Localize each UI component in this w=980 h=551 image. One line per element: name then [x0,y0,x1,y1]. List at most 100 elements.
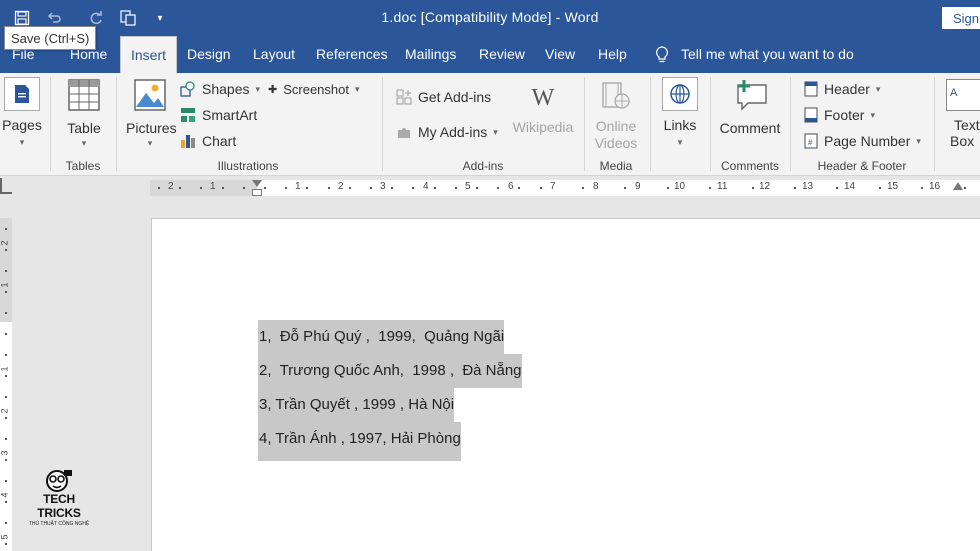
ruler-tick [497,187,500,189]
ruler-label: 10 [674,181,686,192]
tab-help[interactable]: Help [598,36,627,73]
bar-chart-icon [181,135,195,148]
shapes-button[interactable]: Shapes ▾ [180,78,260,100]
ruler-label: 11 [717,181,728,192]
footer-button[interactable]: Footer ▾ [804,104,875,126]
pages-button[interactable]: Pages ▾ [2,77,42,148]
indent-marker[interactable] [252,180,262,187]
ruler-left-margin [150,180,257,196]
tab-insert[interactable]: Insert [120,36,178,73]
group-label-comments: Comments [720,159,779,173]
tab-view[interactable]: View [545,36,575,73]
ruler-area: 2 1 1 2 3 4 5 6 7 8 9 10 11 12 13 14 15 … [0,176,980,198]
right-indent-marker[interactable] [953,182,963,190]
ruler-label: 4 [423,181,429,192]
hanging-indent-marker[interactable] [252,189,262,196]
online-videos-button[interactable]: Online Videos [592,81,640,151]
horizontal-ruler[interactable]: 2 1 1 2 3 4 5 6 7 8 9 10 11 12 13 14 15 … [150,180,980,196]
text-box-icon: A [946,79,980,111]
tab-selector[interactable] [0,178,12,194]
title-bar: ▾ 1.doc [Compatibility Mode] - Word Sign [0,0,980,36]
text-box-label-1: Text [954,117,980,133]
get-addins-label: Get Add-ins [418,89,492,105]
my-addins-button[interactable]: My Add-ins ▾ [396,121,498,143]
ruler-tick [751,187,754,189]
screenshot-button[interactable]: ✚ Screenshot ▾ [268,78,360,100]
chart-button[interactable]: Chart [180,130,236,152]
ruler-tick [433,187,436,189]
tab-design[interactable]: Design [187,36,231,73]
ruler-tick [158,187,160,189]
logo-subtitle: THỦ THUẬT CÔNG NGHỆ [28,521,90,527]
ruler-tick [348,187,351,189]
get-addins-button[interactable]: Get Add-ins [396,86,491,108]
new-comment-button[interactable]: Comment [718,79,782,136]
ruler-tick [666,187,669,189]
document-line[interactable]: 1, Đỗ Phú Quý , 1999, Quảng Ngãi [258,320,505,354]
pictures-label: Pictures [126,120,177,136]
ruler-tick [963,187,966,189]
ruler-tick [539,187,542,189]
group-label-tables: Tables [65,159,101,173]
tab-review[interactable]: Review [479,36,525,73]
links-button[interactable]: Links ▾ [658,77,702,148]
vruler-label: 2 [0,240,10,246]
wikipedia-icon: W [531,85,555,111]
page-number-label: Page Number [824,133,911,149]
tab-references[interactable]: References [316,36,388,73]
table-button[interactable]: Table ▾ [64,79,104,149]
ruler-tick [285,187,288,189]
ruler-tick [200,187,203,189]
smartart-button[interactable]: SmartArt [180,104,257,126]
videos-label: Videos [594,135,638,151]
ruler-label: 15 [887,181,899,192]
document-line[interactable]: 2, Trương Quốc Anh, 1998 , Đà Nẵng [258,354,522,388]
ruler-label: 1 [295,181,301,192]
wikipedia-label: Wikipedia [512,119,574,135]
ruler-tick [412,187,415,189]
ruler-tick [306,187,309,189]
pictures-button[interactable]: Pictures ▾ [126,79,177,149]
document-line[interactable]: 4, Trần Ánh , 1997, Hải Phòng [258,422,461,461]
text-box-button[interactable]: A Text Box [946,79,980,149]
vruler-tick [5,249,7,251]
ruler-tick [242,187,245,189]
footer-icon [804,107,818,123]
mascot-icon [46,470,72,492]
tab-layout[interactable]: Layout [253,36,295,73]
wikipedia-button[interactable]: W Wikipedia [510,85,576,135]
ruler-tick [582,187,584,189]
tech-tricks-logo: TECH TRICKS THỦ THUẬT CÔNG NGHỆ [24,466,94,527]
header-button[interactable]: Header ▾ [804,78,880,100]
page-number-button[interactable]: # Page Number ▾ [804,130,921,152]
ruler-tick [370,187,372,189]
table-label: Table [67,120,101,136]
ruler-tick [836,187,839,189]
tab-mailings[interactable]: Mailings [405,36,456,73]
ruler-label: 8 [593,181,599,192]
vertical-ruler[interactable]: 2 1 1 2 3 4 5 [0,218,12,551]
vruler-tick [5,522,7,524]
online-video-icon [592,81,640,114]
vruler-tick [5,312,7,314]
header-icon [804,81,818,97]
vruler-tick [5,228,7,230]
document-page[interactable]: 1, Đỗ Phú Quý , 1999, Quảng Ngãi 2, Trươ… [151,218,980,551]
shapes-label: Shapes [202,81,250,97]
group-label-header-footer: Header & Footer [817,159,907,173]
smartart-icon [181,108,195,122]
document-line[interactable]: 3, Trần Quyết , 1999 , Hà Nội [258,388,455,422]
vruler-tick [5,480,7,482]
ruler-label: 14 [844,181,856,192]
page-icon [4,77,40,111]
ruler-tick [327,187,330,189]
ruler-tick [878,187,881,189]
link-globe-icon [662,77,698,111]
vruler-label: 4 [0,492,10,498]
ruler-tick [709,187,712,189]
ruler-label: 16 [929,181,941,192]
ruler-label: 3 [380,181,386,192]
sign-in-button[interactable]: Sign [942,7,980,29]
vruler-tick [5,333,7,335]
tell-me-box[interactable]: Tell me what you want to do [655,36,854,73]
